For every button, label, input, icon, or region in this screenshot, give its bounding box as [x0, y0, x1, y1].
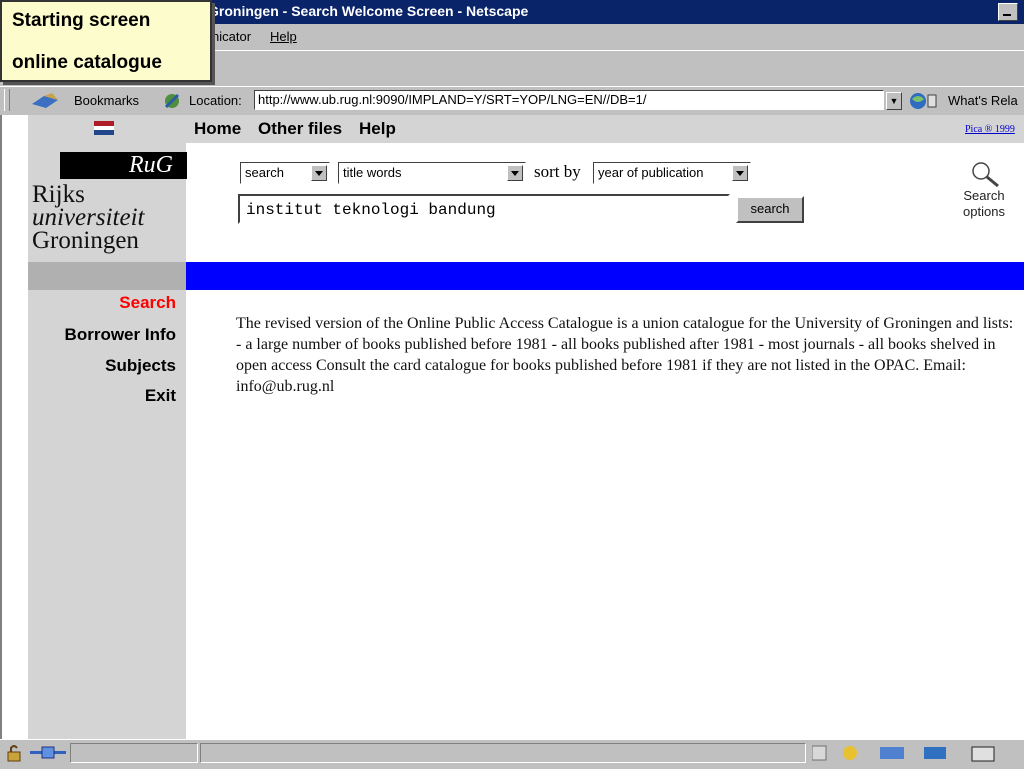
search-input[interactable]: institut teknologi bandung — [238, 194, 730, 224]
side-search-link[interactable]: Search — [119, 293, 176, 313]
whats-related-icon[interactable] — [906, 91, 938, 111]
url-field[interactable]: http://www.ub.rug.nl:9090/IMPLAND=Y/SRT=… — [254, 90, 884, 110]
chevron-down-icon — [732, 165, 748, 181]
search-mode-select[interactable]: search — [240, 162, 330, 184]
dutch-flag-icon[interactable] — [94, 121, 114, 135]
search-mode-value: search — [245, 165, 285, 180]
nav-other-files-link[interactable]: Other files — [258, 119, 342, 139]
url-dropdown-button[interactable]: ▼ — [886, 92, 902, 110]
pica-copyright-link[interactable]: Pica ® 1999 — [965, 124, 1015, 135]
nav-home-link[interactable]: Home — [194, 119, 241, 139]
nav-help-link[interactable]: Help — [359, 119, 396, 139]
whats-related-label[interactable]: What's Rela — [948, 93, 1018, 108]
rug-logo-badge: RuG — [60, 152, 187, 179]
bookmarks-icon[interactable] — [30, 92, 64, 110]
annotation-label: Starting screen online catalogue — [0, 0, 212, 82]
side-borrower-info-link[interactable]: Borrower Info — [65, 325, 176, 345]
side-exit-link[interactable]: Exit — [145, 386, 176, 406]
menu-help[interactable]: Help — [270, 29, 297, 44]
search-field-select[interactable]: title words — [338, 162, 526, 184]
search-options-line2: options — [963, 204, 1005, 219]
sort-by-label: sort by — [534, 162, 581, 181]
bookmarks-label[interactable]: Bookmarks — [74, 93, 139, 108]
chevron-down-icon — [507, 165, 523, 181]
status-bar — [0, 739, 1024, 769]
annotation-line1: Starting screen — [12, 10, 151, 31]
status-text-panel — [200, 743, 806, 763]
search-options-link[interactable]: Search options — [946, 160, 1022, 220]
toolbar-grip[interactable] — [4, 89, 10, 111]
flag-stripe-blue — [94, 130, 114, 135]
progress-panel — [70, 743, 198, 763]
logo-line-groningen: Groningen — [32, 227, 139, 254]
location-label: Location: — [189, 93, 242, 108]
left-banner — [28, 262, 186, 290]
chevron-down-icon — [311, 165, 327, 181]
menu-communicator[interactable]: nicator — [212, 29, 251, 44]
location-bar: Bookmarks Location: http://www.ub.rug.nl… — [0, 86, 1024, 116]
annotation-line2: online catalogue — [12, 52, 162, 73]
search-field-value: title words — [343, 165, 402, 180]
search-options-line1: Search — [963, 188, 1005, 203]
sort-value: year of publication — [598, 165, 704, 180]
side-subjects-link[interactable]: Subjects — [105, 356, 176, 376]
minimize-button[interactable] — [998, 3, 1018, 21]
search-button[interactable]: search — [736, 196, 804, 223]
window-title: Groningen - Search Welcome Screen - Nets… — [208, 3, 529, 19]
component-bar — [812, 745, 995, 762]
sort-select[interactable]: year of publication — [593, 162, 751, 184]
location-icon — [164, 93, 180, 109]
security-lock-icon[interactable] — [4, 744, 26, 762]
connection-icon — [30, 746, 66, 759]
intro-text: The revised version of the Online Public… — [236, 315, 1014, 395]
blue-banner — [186, 262, 1024, 290]
